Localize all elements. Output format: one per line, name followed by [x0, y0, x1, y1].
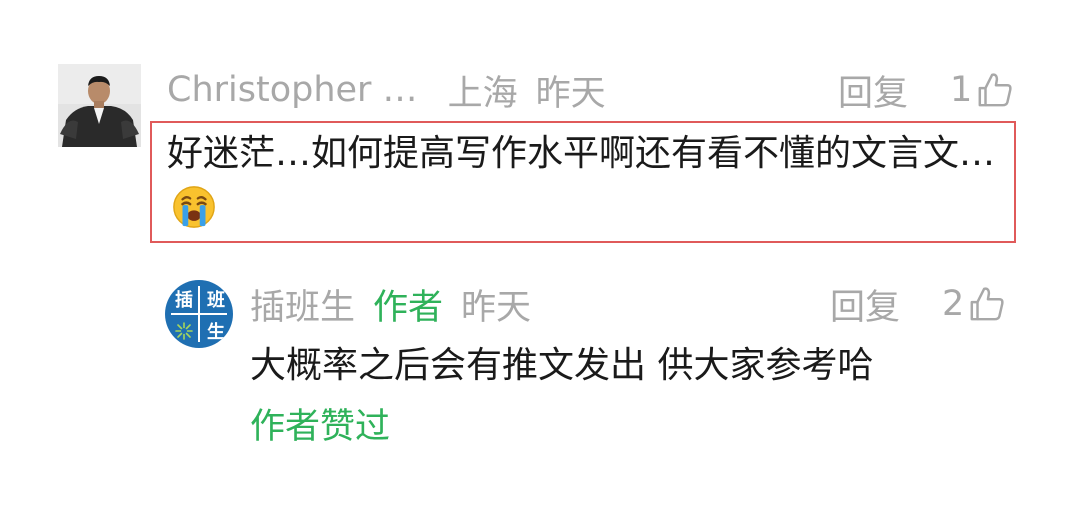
- thumbs-up-icon[interactable]: [968, 285, 1006, 323]
- comment-meta: Christopher … 上海 昨天: [167, 62, 606, 118]
- comment-thread: Christopher … 上海 昨天 回复 1 好迷茫…如何提高写作水平啊还有…: [0, 0, 1080, 513]
- reply-time: 昨天: [461, 287, 532, 328]
- comment-user-name[interactable]: Christopher …: [167, 70, 418, 110]
- author-liked-label: 作者赞过: [250, 407, 391, 447]
- reply-user-name[interactable]: 插班生: [250, 279, 355, 330]
- comment-text: 好迷茫…如何提高写作水平啊还有看不懂的文言文…: [167, 133, 996, 174]
- comment-actions: 回复 1: [838, 62, 1014, 118]
- thumbs-up-icon[interactable]: [976, 71, 1014, 109]
- avatar[interactable]: [58, 64, 141, 147]
- reply-button[interactable]: 回复: [830, 279, 900, 330]
- comment-time: 昨天: [535, 73, 606, 114]
- reply-actions: 回复 2: [830, 276, 1006, 332]
- author-badge: 作者: [373, 287, 444, 328]
- avatar-sparkle-icon: [167, 314, 201, 348]
- reply-avatar[interactable]: 插 班 生: [165, 280, 233, 348]
- like-count: 1: [950, 70, 973, 110]
- avatar-char-1: 插: [175, 290, 193, 311]
- avatar-char-4: 生: [207, 322, 225, 343]
- like-count: 2: [942, 284, 965, 324]
- avatar-photo-icon: [58, 64, 141, 147]
- comment-location: 上海: [447, 73, 518, 114]
- avatar-char-2: 班: [207, 290, 225, 311]
- reply-text: 大概率之后会有推文发出 供大家参考哈: [250, 345, 874, 386]
- reply-button[interactable]: 回复: [838, 65, 908, 116]
- crying-face-emoji-icon: [173, 186, 215, 228]
- reply-meta: 插班生 作者 昨天: [250, 276, 531, 332]
- comment-body: 好迷茫…如何提高写作水平啊还有看不懂的文言文…: [167, 126, 1007, 236]
